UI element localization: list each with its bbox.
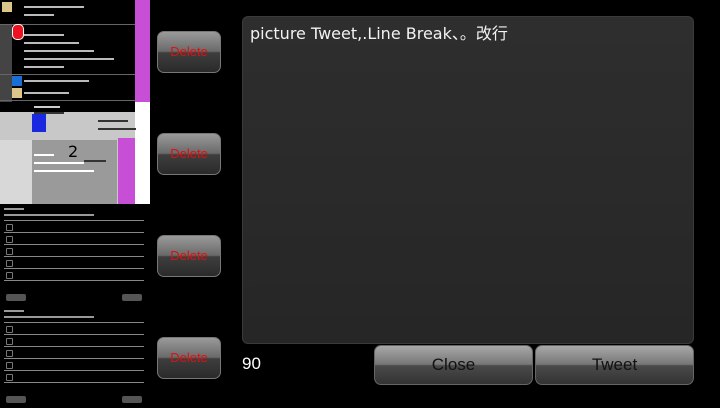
delete-image-3-button[interactable]: Delete xyxy=(157,235,221,277)
tweet-text: picture Tweet,.Line Break、。改行 xyxy=(250,24,508,43)
tweet-button[interactable]: Tweet xyxy=(535,345,694,385)
image-thumbnail-3[interactable] xyxy=(0,204,150,306)
delete-image-4-button[interactable]: Delete xyxy=(157,337,221,379)
remaining-character-count: 90 xyxy=(242,354,261,373)
image-thumbnail-1[interactable] xyxy=(0,0,150,102)
thumbnail-scrollbar xyxy=(135,0,150,102)
tweet-text-area[interactable]: picture Tweet,.Line Break、。改行 xyxy=(242,16,694,344)
image-thumbnail-4[interactable] xyxy=(0,306,150,408)
attached-images-list: 2 xyxy=(0,0,150,408)
page-number: 2 xyxy=(68,142,79,161)
delete-image-2-button[interactable]: Delete xyxy=(157,133,221,175)
close-button[interactable]: Close xyxy=(374,345,533,385)
delete-image-1-button[interactable]: Delete xyxy=(157,31,221,73)
image-thumbnail-2[interactable]: 2 xyxy=(0,102,150,204)
notification-badge xyxy=(12,24,24,40)
